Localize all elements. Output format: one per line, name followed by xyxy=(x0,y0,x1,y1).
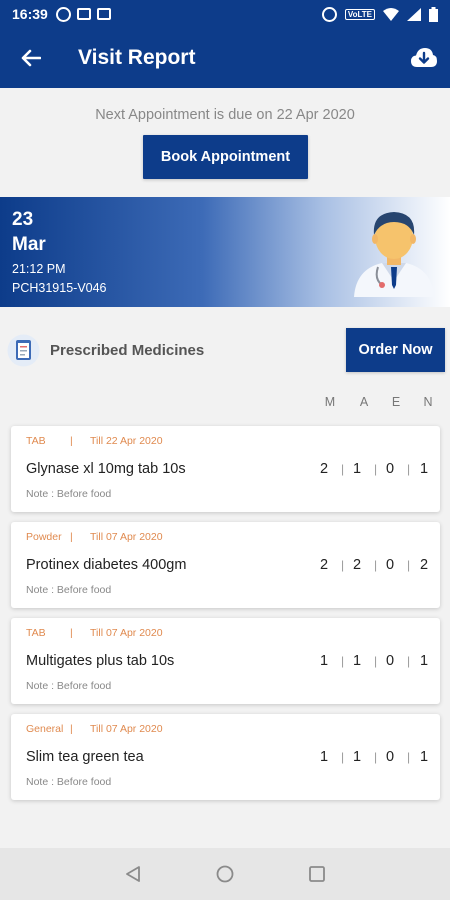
back-button[interactable] xyxy=(0,28,62,88)
medicine-card[interactable]: TAB | Till 22 Apr 2020 Glynase xl 10mg t… xyxy=(11,426,440,512)
nav-back-button[interactable] xyxy=(87,848,179,900)
medicine-form: Powder xyxy=(26,531,62,543)
column-night: N xyxy=(423,395,433,409)
medicine-note: Note : Before food xyxy=(26,680,112,692)
dose-morning: 2 xyxy=(319,557,329,573)
visit-id: PCH31915-V046 xyxy=(12,281,107,295)
separator: | xyxy=(407,462,411,476)
medicine-name: Multigates plus tab 10s xyxy=(26,653,175,669)
medicine-till-date: Till 07 Apr 2020 xyxy=(90,723,163,735)
separator: | xyxy=(407,654,411,668)
visit-time: 21:12 PM xyxy=(12,262,66,276)
volte-badge: VoLTE xyxy=(344,8,375,20)
prescribed-medicines-title: Prescribed Medicines xyxy=(50,342,205,359)
medicine-name: Slim tea green tea xyxy=(26,749,144,765)
separator: | xyxy=(341,558,345,572)
medicine-till-date: Till 07 Apr 2020 xyxy=(90,531,163,543)
app-bar: Visit Report xyxy=(0,28,450,88)
visit-banner: 23 Mar 21:12 PM PCH31915-V046 xyxy=(0,197,450,307)
battery-icon xyxy=(429,6,438,22)
dose-evening: 0 xyxy=(385,653,395,669)
back-arrow-icon xyxy=(21,49,41,67)
nav-recents-button[interactable] xyxy=(271,848,363,900)
dose-afternoon: 1 xyxy=(352,461,362,477)
doctor-icon xyxy=(354,212,434,297)
visit-day: 23 xyxy=(12,209,34,230)
order-now-button[interactable]: Order Now xyxy=(346,328,445,372)
column-afternoon: A xyxy=(359,395,369,409)
column-morning: M xyxy=(324,395,336,409)
separator: | xyxy=(341,654,345,668)
cloud-download-icon xyxy=(411,48,437,67)
separator: | xyxy=(70,627,73,639)
dose-afternoon: 2 xyxy=(352,557,362,573)
page-title: Visit Report xyxy=(78,46,196,69)
dose-night: 1 xyxy=(419,461,429,477)
next-appointment-text: Next Appointment is due on 22 Apr 2020 xyxy=(95,107,355,123)
dose-morning: 2 xyxy=(319,461,329,477)
dose-night: 1 xyxy=(419,653,429,669)
separator: | xyxy=(70,435,73,447)
column-evening: E xyxy=(391,395,401,409)
dose-night: 1 xyxy=(419,749,429,765)
medicine-note: Note : Before food xyxy=(26,776,112,788)
separator: | xyxy=(374,558,378,572)
dose-night: 2 xyxy=(419,557,429,573)
whatsapp-icon xyxy=(55,6,71,22)
dose-afternoon: 1 xyxy=(352,653,362,669)
separator: | xyxy=(70,531,73,543)
triangle-back-icon xyxy=(126,866,140,882)
medicine-till-date: Till 22 Apr 2020 xyxy=(90,435,163,447)
medicine-card[interactable]: General | Till 07 Apr 2020 Slim tea gree… xyxy=(11,714,440,800)
medicine-card[interactable]: TAB | Till 07 Apr 2020 Multigates plus t… xyxy=(11,618,440,704)
dose-evening: 0 xyxy=(385,461,395,477)
dose-evening: 0 xyxy=(385,749,395,765)
signal-icon xyxy=(407,7,421,21)
dose-morning: 1 xyxy=(319,653,329,669)
dose-evening: 0 xyxy=(385,557,395,573)
prescription-icon xyxy=(7,334,40,367)
separator: | xyxy=(374,654,378,668)
medicine-form: General xyxy=(26,723,64,735)
medicine-till-date: Till 07 Apr 2020 xyxy=(90,627,163,639)
alarm-icon xyxy=(321,6,337,22)
wifi-icon xyxy=(383,7,399,21)
status-time: 16:39 xyxy=(12,6,48,22)
separator: | xyxy=(341,750,345,764)
image-icon xyxy=(76,8,91,20)
book-appointment-button[interactable]: Book Appointment xyxy=(143,135,308,179)
visit-month: Mar xyxy=(12,234,46,255)
separator: | xyxy=(374,750,378,764)
system-nav-bar xyxy=(0,848,450,900)
separator: | xyxy=(70,723,73,735)
medicine-note: Note : Before food xyxy=(26,584,112,596)
medicine-form: TAB xyxy=(26,435,46,447)
nav-home-button[interactable] xyxy=(179,848,271,900)
square-recents-icon xyxy=(309,866,325,882)
dose-afternoon: 1 xyxy=(352,749,362,765)
download-button[interactable] xyxy=(398,28,450,88)
medicine-card[interactable]: Powder | Till 07 Apr 2020 Protinex diabe… xyxy=(11,522,440,608)
separator: | xyxy=(374,462,378,476)
circle-home-icon xyxy=(216,865,234,883)
medicine-note: Note : Before food xyxy=(26,488,112,500)
medicine-form: TAB xyxy=(26,627,46,639)
separator: | xyxy=(407,750,411,764)
medicine-name: Protinex diabetes 400gm xyxy=(26,557,187,573)
message-icon xyxy=(96,8,111,20)
status-bar: 16:39 VoLTE xyxy=(0,0,450,28)
separator: | xyxy=(407,558,411,572)
separator: | xyxy=(341,462,345,476)
medicine-name: Glynase xl 10mg tab 10s xyxy=(26,461,186,477)
dose-morning: 1 xyxy=(319,749,329,765)
